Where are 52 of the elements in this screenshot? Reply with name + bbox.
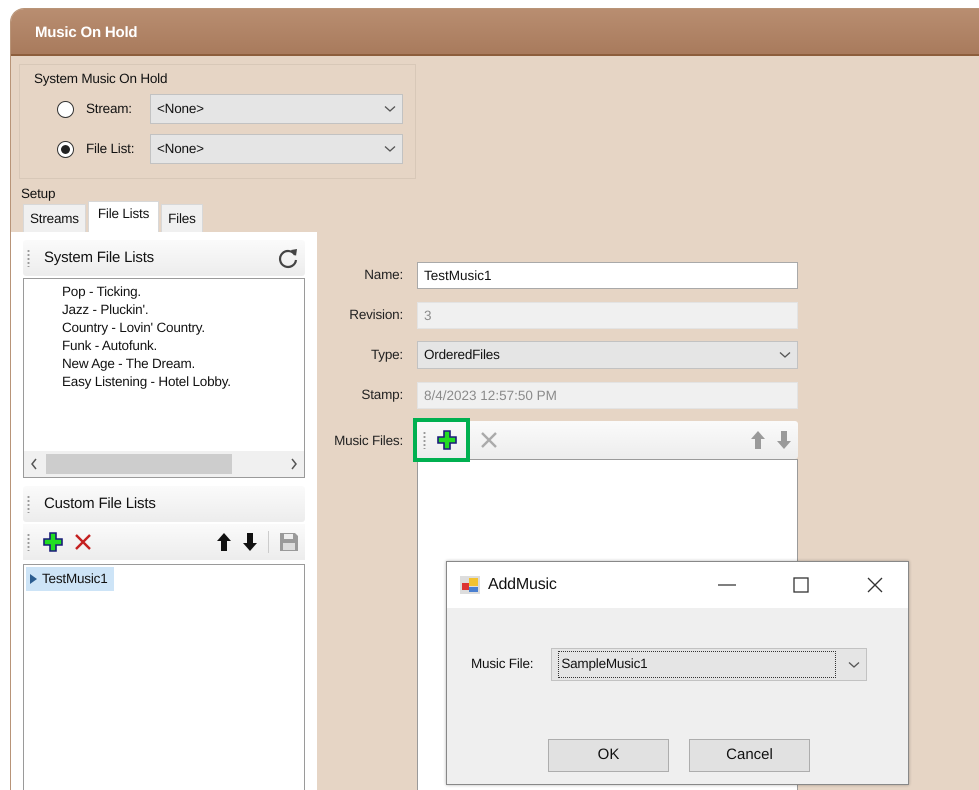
up-arrow-icon[interactable]: [216, 532, 232, 552]
horizontal-scrollbar[interactable]: [24, 451, 304, 477]
field-label: Revision:: [348, 306, 404, 324]
field-label: Stamp:: [360, 386, 404, 404]
add-icon[interactable]: [436, 429, 458, 451]
toolbar-grip[interactable]: [27, 533, 30, 551]
scroll-right-icon[interactable]: [290, 458, 298, 470]
list-item[interactable]: Jazz - Pluckin'.: [24, 301, 304, 319]
chevron-icon: [779, 351, 791, 359]
add-icon[interactable]: [42, 531, 64, 553]
chevron-icon: [384, 105, 396, 114]
dropdown[interactable]: <None>: [150, 134, 403, 164]
list-item[interactable]: Country - Lovin' Country.: [24, 319, 304, 337]
panel-title: Custom File Lists: [44, 494, 156, 514]
tab[interactable]: Streams: [23, 204, 86, 232]
option-label: Stream:: [86, 100, 133, 118]
refresh-icon[interactable]: [277, 247, 299, 269]
dropdown[interactable]: OrderedFiles: [417, 341, 798, 369]
radio-button[interactable]: [57, 100, 74, 118]
dropdown[interactable]: SampleMusic1: [551, 648, 868, 681]
group-title: Setup: [21, 185, 56, 203]
option-label: File List:: [86, 140, 136, 158]
list-item[interactable]: Pop - Ticking.: [24, 283, 304, 301]
dialog-title: AddMusic: [488, 575, 558, 595]
input-field[interactable]: TestMusic1: [417, 262, 798, 288]
field-label: Name:: [363, 266, 404, 284]
list-item[interactable]: Easy Listening - Hotel Lobby.: [24, 373, 304, 391]
cancel-button[interactable]: Cancel: [689, 739, 810, 772]
field-label: Type:: [370, 346, 404, 364]
chevron-icon: [384, 145, 396, 154]
app-icon: [460, 576, 480, 594]
radio-button[interactable]: [57, 140, 74, 158]
toolbar-grip[interactable]: [27, 249, 30, 267]
dropdown[interactable]: <None>: [150, 94, 403, 124]
tree-item[interactable]: TestMusic1: [26, 567, 114, 592]
delete-icon[interactable]: [74, 533, 92, 551]
tab[interactable]: File Lists: [88, 200, 160, 232]
panel-title: System File Lists: [44, 248, 155, 268]
scroll-left-icon[interactable]: [30, 458, 38, 470]
field-label: Music File:: [471, 655, 534, 674]
tab[interactable]: Files: [161, 204, 203, 232]
expand-icon[interactable]: [28, 573, 38, 586]
window-title: Music On Hold: [11, 9, 979, 56]
chevron-icon: [848, 660, 860, 668]
list-item[interactable]: Funk - Autofunk.: [24, 337, 304, 355]
down-arrow-icon[interactable]: [242, 532, 258, 552]
field-label: Music Files:: [333, 432, 404, 450]
toolbar-grip[interactable]: [27, 495, 30, 513]
ok-button[interactable]: OK: [548, 739, 669, 772]
group-title: System Music On Hold: [34, 70, 168, 88]
list-item[interactable]: New Age - The Dream.: [24, 355, 304, 373]
toolbar-grip[interactable]: [423, 431, 426, 449]
